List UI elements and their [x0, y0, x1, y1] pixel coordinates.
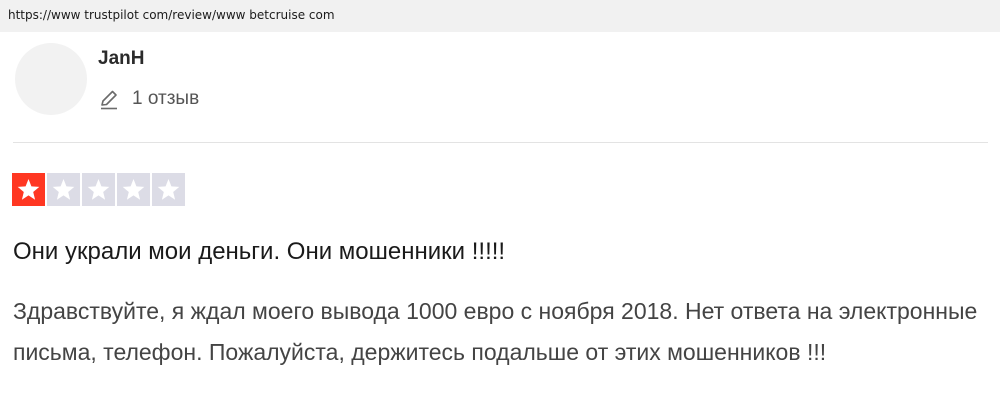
star-filled-icon: [12, 173, 45, 206]
review-count: 1 отзыв: [98, 86, 199, 112]
pencil-icon: [101, 90, 117, 110]
star-empty-icon: [47, 173, 80, 206]
review-body: Здравствуйте, я ждал моего вывода 1000 е…: [13, 298, 978, 365]
url-text[interactable]: https://www trustpilot com/review/www be…: [8, 8, 335, 22]
star-rating: [12, 173, 185, 206]
review-count-label: 1 отзыв: [132, 88, 200, 109]
avatar[interactable]: [15, 43, 87, 115]
star-empty-icon: [82, 173, 115, 206]
address-bar[interactable]: https://www trustpilot com/review/www be…: [0, 0, 1000, 32]
star-empty-icon: [152, 173, 185, 206]
review-title[interactable]: Они украли мои деньги. Они мошенники !!!…: [13, 238, 505, 266]
reviewer-name[interactable]: JanH: [98, 48, 144, 70]
star-empty-icon: [117, 173, 150, 206]
divider: [13, 142, 988, 143]
